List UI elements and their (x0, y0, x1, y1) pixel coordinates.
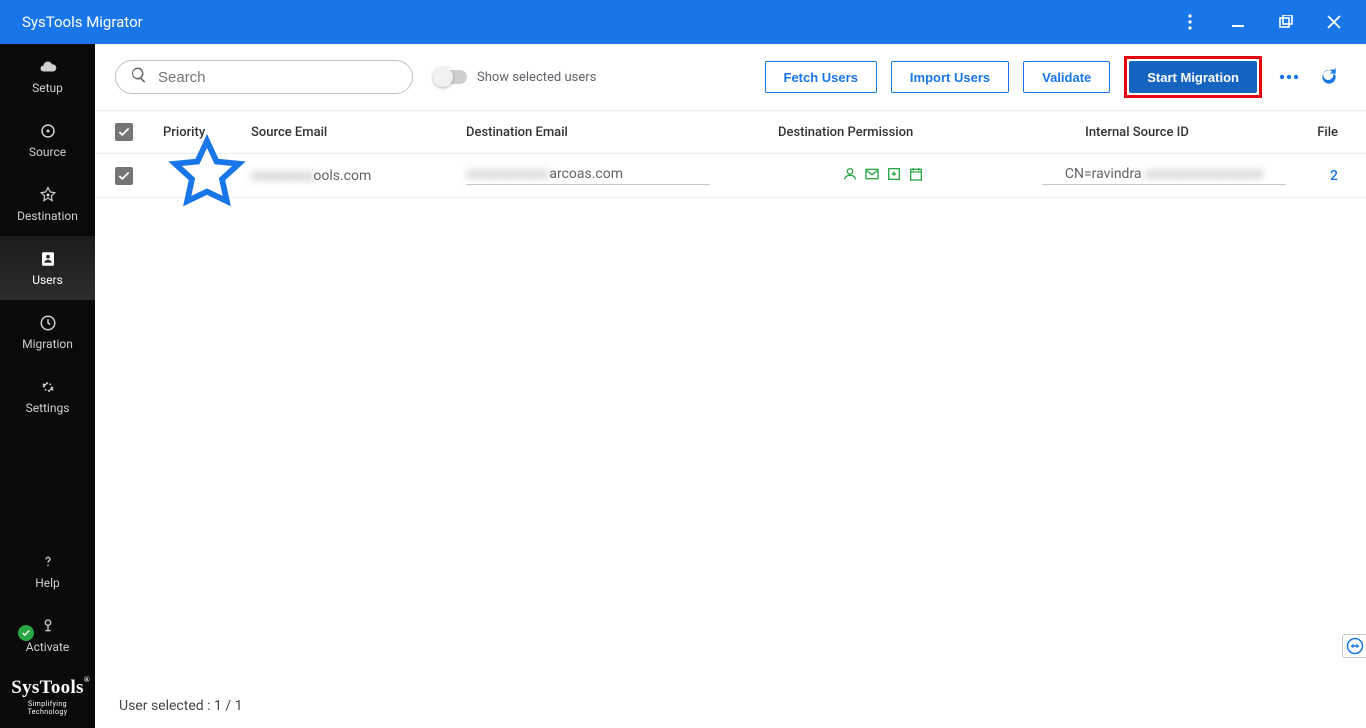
main-panel: Show selected users Fetch Users Import U… (95, 44, 1366, 728)
header-dest: Destination Email (466, 125, 778, 140)
select-all-checkbox[interactable] (115, 123, 133, 141)
window-controls (1166, 0, 1358, 44)
sidebar-label: Settings (26, 401, 70, 415)
toolbar: Show selected users Fetch Users Import U… (95, 44, 1366, 110)
menu-dots-icon[interactable] (1166, 0, 1214, 44)
calendar-icon (908, 166, 924, 186)
maximize-button[interactable] (1262, 0, 1310, 44)
search-icon (130, 66, 148, 88)
sidebar-label: Activate (26, 640, 70, 654)
teamviewer-badge[interactable] (1342, 634, 1366, 658)
gear-icon (39, 378, 57, 396)
brand-block: SysTools® Simplifying Technology (0, 667, 95, 728)
minimize-button[interactable] (1214, 0, 1262, 44)
sidebar-label: Source (29, 145, 66, 159)
sidebar-item-help[interactable]: Help (0, 539, 95, 603)
fetch-users-button[interactable]: Fetch Users (765, 61, 877, 93)
activate-icon (39, 617, 57, 635)
sidebar-item-source[interactable]: Source (0, 108, 95, 172)
mail-icon (864, 166, 880, 186)
star-icon[interactable] (163, 206, 251, 222)
sidebar-label: Migration (22, 337, 73, 351)
clock-icon (39, 314, 57, 332)
import-users-button[interactable]: Import Users (891, 61, 1009, 93)
internal-source-cell[interactable]: CN=ravindra xxxxxxxxxxxxxxxxx (1042, 166, 1286, 185)
check-badge-icon (18, 625, 34, 641)
brand-tagline: Simplifying Technology (8, 700, 87, 716)
source-email-cell: xxxxxxxxxools.com (251, 168, 466, 184)
brand-name: SysTools (11, 677, 83, 698)
sidebar: Setup Source Destination Users Migration… (0, 44, 95, 728)
highlight-box: Start Migration (1124, 56, 1262, 98)
toggle-label: Show selected users (477, 70, 596, 85)
sidebar-item-settings[interactable]: Settings (0, 364, 95, 428)
header-file: File (1286, 125, 1342, 140)
close-button[interactable] (1310, 0, 1358, 44)
users-icon (39, 250, 57, 268)
row-checkbox[interactable] (115, 167, 133, 185)
search-box[interactable] (115, 60, 413, 94)
validate-button[interactable]: Validate (1023, 61, 1110, 93)
contact-icon (842, 166, 858, 186)
more-icon[interactable] (1276, 64, 1302, 90)
table-header: Priority Source Email Destination Email … (95, 110, 1366, 154)
sidebar-item-setup[interactable]: Setup (0, 44, 95, 108)
sidebar-item-destination[interactable]: Destination (0, 172, 95, 236)
help-icon (39, 553, 57, 571)
cloud-icon (39, 58, 57, 76)
sidebar-label: Destination (17, 209, 78, 223)
status-bar: User selected : 1 / 1 (95, 684, 1366, 728)
sidebar-item-activate[interactable]: Activate (0, 603, 95, 667)
titlebar: SysTools Migrator (0, 0, 1366, 44)
sidebar-item-migration[interactable]: Migration (0, 300, 95, 364)
sidebar-label: Help (35, 576, 60, 590)
search-input[interactable] (158, 69, 398, 86)
download-icon (886, 166, 902, 186)
header-internal: Internal Source ID (988, 125, 1286, 140)
sidebar-label: Setup (32, 81, 63, 95)
source-icon (39, 122, 57, 140)
start-migration-button[interactable]: Start Migration (1129, 61, 1257, 93)
header-source: Source Email (251, 125, 466, 140)
dest-email-cell[interactable]: xxxxxxxxxxxxarcoas.com (466, 166, 778, 185)
show-selected-toggle[interactable] (433, 70, 467, 84)
app-title: SysTools Migrator (22, 13, 143, 31)
sidebar-label: Users (32, 273, 63, 287)
destination-icon (39, 186, 57, 204)
file-link[interactable]: 2 (1330, 168, 1338, 184)
sidebar-item-users[interactable]: Users (0, 236, 95, 300)
table-row[interactable]: xxxxxxxxxools.com xxxxxxxxxxxxarcoas.com… (95, 154, 1366, 198)
header-perm: Destination Permission (778, 125, 988, 140)
permission-icons (778, 166, 988, 186)
refresh-icon[interactable] (1316, 64, 1342, 90)
status-text: User selected : 1 / 1 (119, 698, 242, 714)
